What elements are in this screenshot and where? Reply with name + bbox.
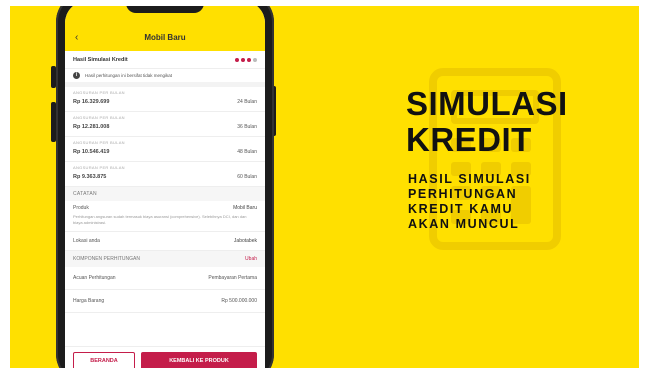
location-value: Jabotabek [233, 238, 257, 244]
component-label: Acuan Perhitungan [73, 275, 116, 281]
installment-tenor: 36 Bulan [237, 124, 257, 130]
result-subheader: Hasil Simulasi Kredit [65, 51, 265, 69]
product-label: Produk [73, 205, 89, 211]
components-title: KOMPONEN PERHITUNGAN [73, 256, 140, 262]
components-section-header: KOMPONEN PERHITUNGAN Ubah [65, 251, 265, 267]
notes-description: Perhitungan angsuran sudah termasuk biay… [65, 213, 265, 232]
installment-label: ANGSURAN PER BULAN [73, 90, 125, 95]
component-value: Pembayaran Pertama [208, 275, 257, 281]
promo-headline: SIMULASI KREDIT [406, 86, 568, 158]
installment-tenor: 24 Bulan [237, 99, 257, 105]
product-value: Mobil Baru [233, 205, 257, 211]
installment-tenor: 48 Bulan [237, 149, 257, 155]
info-icon: i [73, 72, 80, 79]
app-screen: ‹ Mobil Baru Hasil Simulasi Kredit i Has… [65, 6, 265, 368]
bottom-action-bar: BERANDA KEMBALI KE PRODUK [65, 346, 265, 368]
promo-headline-line: SIMULASI [406, 85, 568, 122]
home-button[interactable]: BERANDA [73, 351, 135, 368]
location-label: Lokasi anda [73, 238, 100, 244]
step-indicator [235, 57, 257, 62]
promo-headline-line: KREDIT [406, 121, 532, 158]
notes-section-title: CATATAN [65, 187, 265, 201]
phone-mockup: ‹ Mobil Baru Hasil Simulasi Kredit i Has… [56, 6, 274, 368]
result-title: Hasil Simulasi Kredit [73, 56, 128, 63]
installment-amount: Rp 12.281.008 [73, 124, 110, 130]
edit-link[interactable]: Ubah [245, 256, 257, 262]
component-value: Rp 500.000.000 [221, 298, 257, 304]
installment-amount: Rp 10.546.419 [73, 149, 110, 155]
installment-tenor: 60 Bulan [237, 174, 257, 180]
component-label: Harga Barang [73, 298, 105, 304]
installment-amount: Rp 9.363.875 [73, 174, 107, 180]
phone-notch [126, 6, 204, 13]
location-row[interactable]: Lokasi anda Jabotabek [65, 232, 265, 251]
installment-amount: Rp 16.329.699 [73, 99, 110, 105]
page-title: Mobil Baru [144, 33, 186, 42]
step-dot [235, 57, 239, 62]
installment-label: ANGSURAN PER BULAN [73, 165, 125, 170]
installment-row[interactable]: ANGSURAN PER BULAN Rp 10.546.419 48 Bula… [65, 137, 265, 162]
installment-label: ANGSURAN PER BULAN [73, 140, 125, 145]
promo-subline-line: KREDIT KAMU [408, 202, 514, 216]
product-row: Produk Mobil Baru [65, 201, 265, 213]
promo-subline-line: AKAN MUNCUL [408, 217, 520, 231]
promo-subline: HASIL SIMULASI PERHITUNGAN KREDIT KAMU A… [408, 172, 531, 232]
notice-banner: i Hasil perhitungan ini bersifat tidak m… [65, 69, 265, 87]
step-dot [253, 57, 257, 62]
component-row: Acuan Perhitungan Pembayaran Pertama [65, 267, 265, 290]
notice-text: Hasil perhitungan ini bersifat tidak men… [85, 73, 173, 78]
component-row: Harga Barang Rp 500.000.000 [65, 290, 265, 313]
installment-row[interactable]: ANGSURAN PER BULAN Rp 16.329.699 24 Bula… [65, 87, 265, 112]
banner: SIMULASI KREDIT HASIL SIMULASI PERHITUNG… [10, 6, 639, 368]
installment-row[interactable]: ANGSURAN PER BULAN Rp 9.363.875 60 Bulan [65, 162, 265, 187]
promo-subline-line: PERHITUNGAN [408, 187, 518, 201]
step-dot [247, 57, 251, 62]
promo-subline-line: HASIL SIMULASI [408, 172, 531, 186]
back-to-product-button[interactable]: KEMBALI KE PRODUK [141, 351, 257, 368]
installment-label: ANGSURAN PER BULAN [73, 115, 125, 120]
step-dot [241, 57, 245, 62]
installment-row[interactable]: ANGSURAN PER BULAN Rp 12.281.008 36 Bula… [65, 112, 265, 137]
